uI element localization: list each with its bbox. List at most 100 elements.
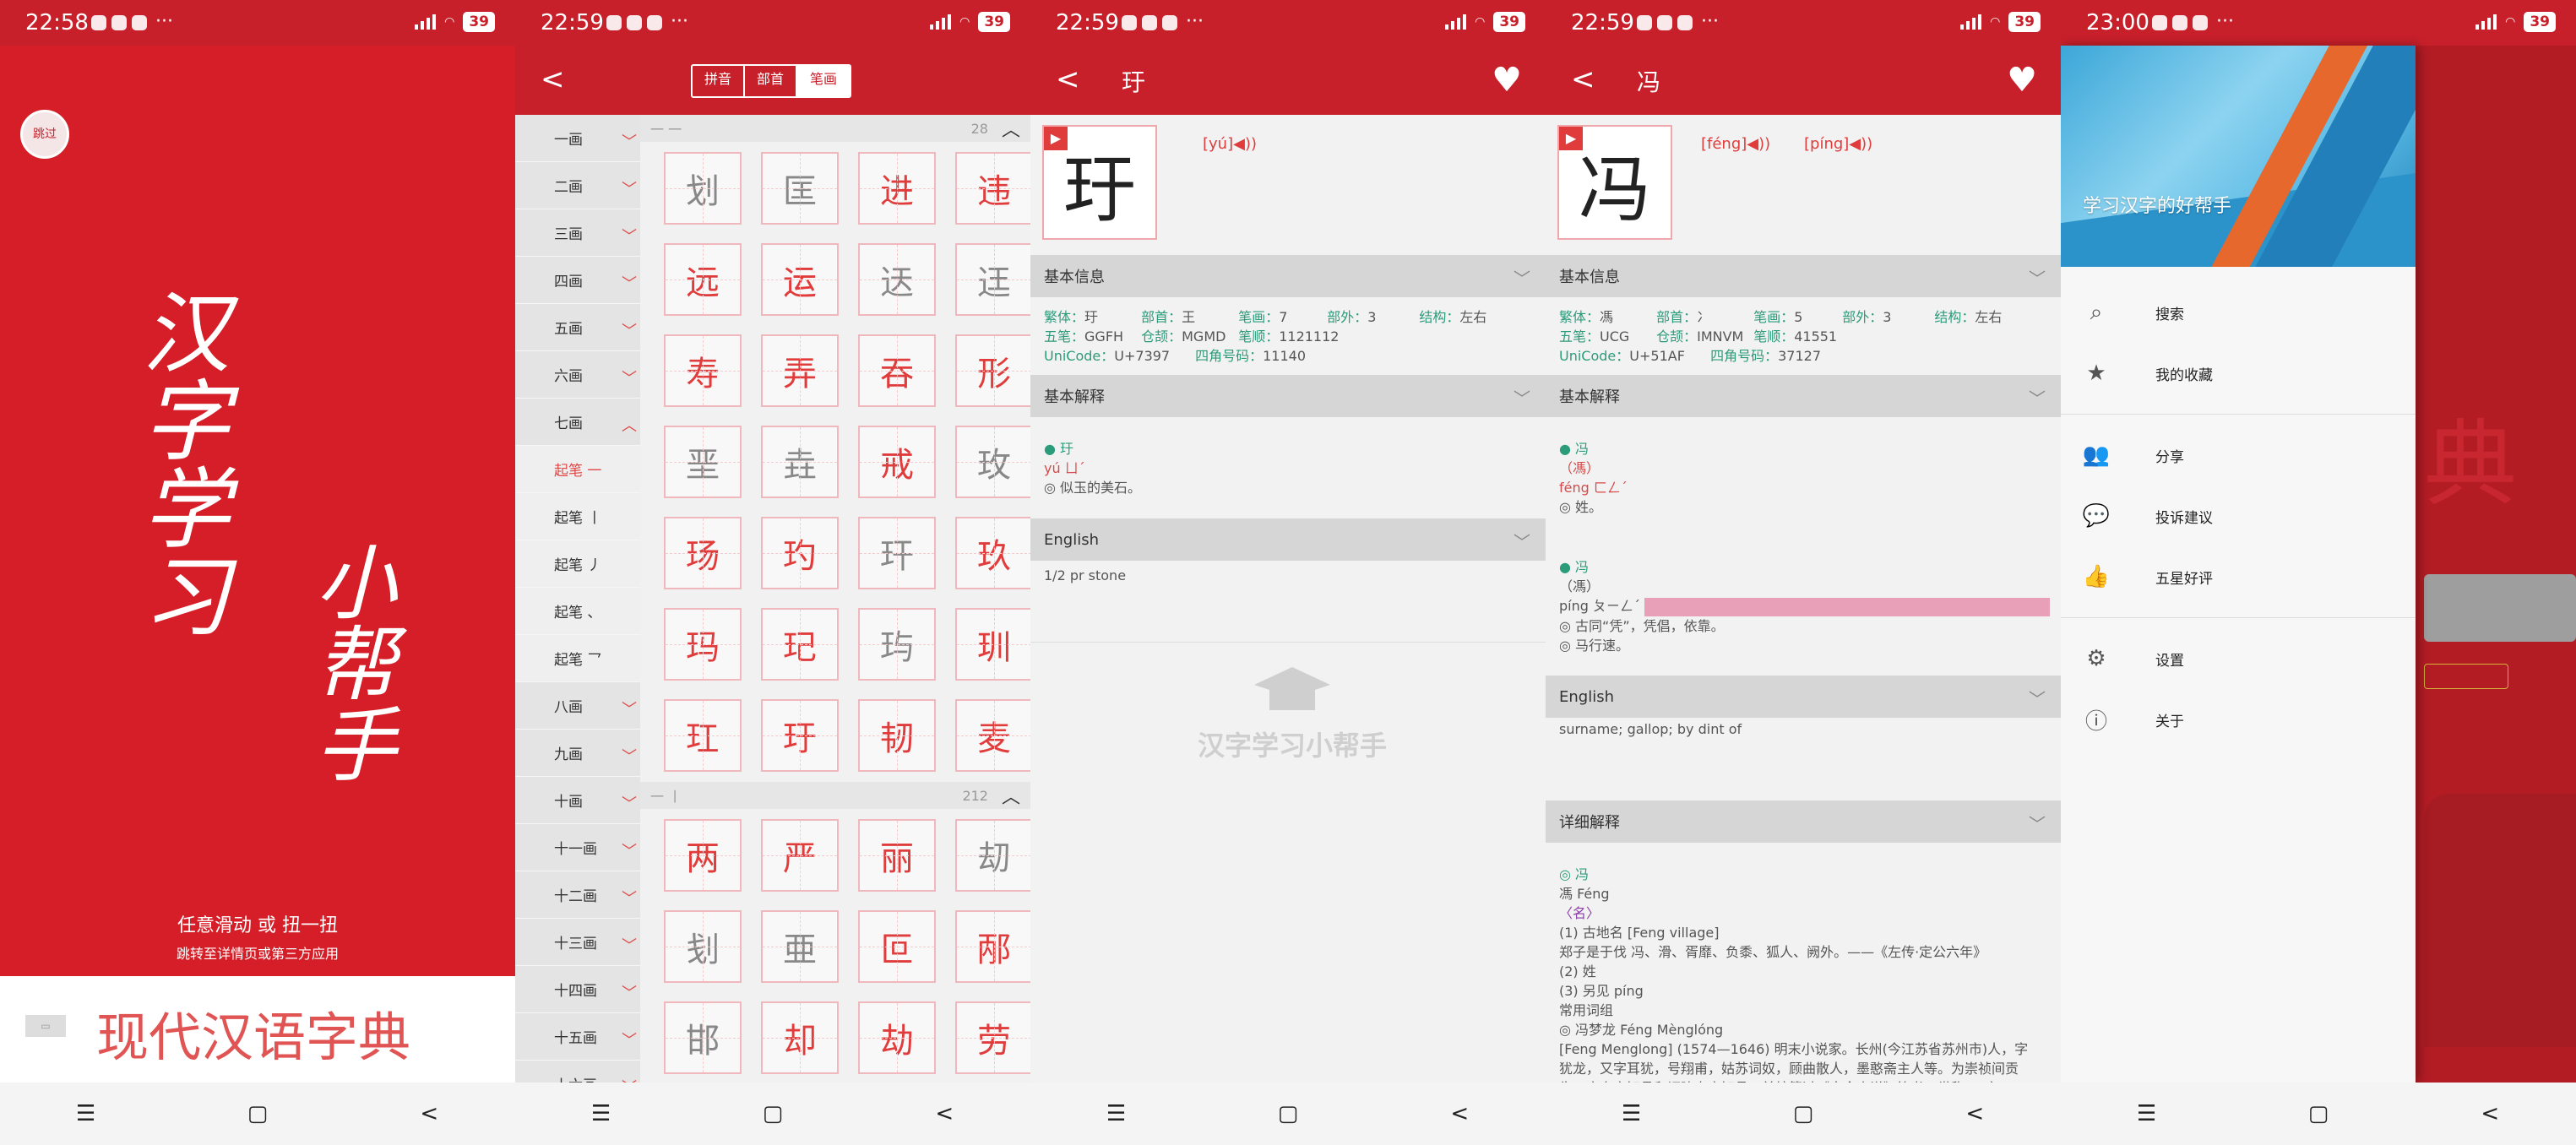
character-cell[interactable]: 形 <box>955 334 1030 407</box>
section-english[interactable]: English ﹀ <box>1546 676 2061 718</box>
character-cell[interactable]: 垩 <box>664 426 742 498</box>
pinyin-audio-button[interactable]: [píng]◀)) <box>1804 135 1872 153</box>
section-detail-explain[interactable]: 详细解释 ﹀ <box>1546 800 2061 843</box>
play-stroke-icon[interactable]: ▶ <box>1044 127 1068 150</box>
stroke-item[interactable]: 十一画 ﹀ <box>515 824 640 871</box>
character-cell[interactable]: 却 <box>761 1001 839 1074</box>
character-cell[interactable]: 远 <box>664 243 742 316</box>
stroke-item[interactable]: 起笔 丨 <box>515 493 640 540</box>
favorite-heart-icon[interactable]: ♥ <box>1492 61 1522 100</box>
home-nav-icon[interactable]: ▢ <box>203 1101 312 1126</box>
stroke-item[interactable]: 起笔 、 <box>515 588 640 635</box>
character-cell[interactable]: 吞 <box>858 334 936 407</box>
home-nav-icon[interactable]: ▢ <box>1748 1101 1858 1126</box>
menu-nav-icon[interactable]: ☰ <box>546 1101 656 1126</box>
character-cell[interactable]: 劫 <box>858 1001 936 1074</box>
character-cell[interactable]: 劳 <box>955 1001 1030 1074</box>
stroke-item[interactable]: 十三画 ﹀ <box>515 919 640 966</box>
home-nav-icon[interactable]: ▢ <box>2264 1101 2373 1126</box>
stroke-item[interactable]: 八画 ﹀ <box>515 682 640 730</box>
home-nav-icon[interactable]: ▢ <box>718 1101 828 1126</box>
drawer-item-settings[interactable]: ⚙ 设置 <box>2061 628 2416 689</box>
character-cell[interactable]: 玗 <box>761 699 839 772</box>
drawer-item-rate[interactable]: 👍 五星好评 <box>2061 546 2416 607</box>
tab-pinyin[interactable]: 拼音 <box>693 66 745 96</box>
stroke-item[interactable]: 起笔 丿 <box>515 540 640 588</box>
section-basic-info[interactable]: 基本信息 ﹀ <box>1030 255 1546 297</box>
back-arrow-icon[interactable]: < <box>1571 62 1595 96</box>
section-basic-explain[interactable]: 基本解释 ﹀ <box>1546 375 2061 417</box>
character-cell[interactable]: 玛 <box>664 608 742 681</box>
character-cell[interactable]: 玖 <box>955 517 1030 589</box>
character-cell[interactable]: 划 <box>664 152 742 225</box>
back-arrow-icon[interactable]: < <box>541 62 565 96</box>
group-header[interactable]: 一 丨 212 ︿ <box>640 782 1030 809</box>
character-cell[interactable]: 叵 <box>858 910 936 983</box>
character-cell[interactable]: 违 <box>955 152 1030 225</box>
stroke-item[interactable]: 一画 ﹀ <box>515 115 640 162</box>
character-cell[interactable]: 玓 <box>761 517 839 589</box>
section-basic-explain[interactable]: 基本解释 ﹀ <box>1030 375 1546 417</box>
favorite-heart-icon[interactable]: ♥ <box>2007 61 2037 100</box>
section-english[interactable]: English ﹀ <box>1030 518 1546 561</box>
character-cell[interactable]: 玙 <box>858 608 936 681</box>
section-basic-info[interactable]: 基本信息 ﹀ <box>1546 255 2061 297</box>
group-header[interactable]: 一 一 28 ︿ <box>640 115 1030 142</box>
drawer-item-about[interactable]: ⓘ 关于 <box>2061 689 2416 750</box>
pinyin-audio-button[interactable]: [féng]◀)) <box>1701 135 1770 153</box>
tab-radical[interactable]: 部首 <box>745 66 797 96</box>
character-cell[interactable]: 丽 <box>858 819 936 892</box>
tab-strokes[interactable]: 笔画 <box>797 66 850 96</box>
drawer-item-search[interactable]: ⌕ 搜索 <box>2061 282 2416 343</box>
character-cell[interactable]: 刧 <box>955 819 1030 892</box>
stroke-item[interactable]: 十五画 ﹀ <box>515 1013 640 1061</box>
menu-nav-icon[interactable]: ☰ <box>1062 1101 1171 1126</box>
menu-nav-icon[interactable]: ☰ <box>31 1101 141 1126</box>
character-cell[interactable]: 迋 <box>955 243 1030 316</box>
back-nav-icon[interactable]: < <box>889 1101 999 1126</box>
character-cell[interactable]: 韧 <box>858 699 936 772</box>
drawer-item-share[interactable]: 👥 分享 <box>2061 425 2416 486</box>
character-cell[interactable]: 玕 <box>858 517 936 589</box>
character-cell[interactable]: 玘 <box>761 608 839 681</box>
menu-nav-icon[interactable]: ☰ <box>1577 1101 1687 1126</box>
stroke-item[interactable]: 十六画 ﹀ <box>515 1061 640 1083</box>
stroke-item[interactable]: 四画 ﹀ <box>515 257 640 304</box>
character-cell[interactable]: 麦 <box>955 699 1030 772</box>
play-stroke-icon[interactable]: ▶ <box>1559 127 1583 150</box>
character-cell[interactable]: 寿 <box>664 334 742 407</box>
character-cell[interactable]: 匡 <box>761 152 839 225</box>
stroke-item[interactable]: 七画 ︿ <box>515 399 640 446</box>
stroke-item[interactable]: 起笔 一 <box>515 446 640 493</box>
character-cell[interactable]: 邯 <box>664 1001 742 1074</box>
character-cell[interactable]: 玔 <box>955 608 1030 681</box>
back-nav-icon[interactable]: < <box>1920 1101 2030 1126</box>
character-cell[interactable]: 玒 <box>664 699 742 772</box>
stroke-item[interactable]: 十四画 ﹀ <box>515 966 640 1013</box>
home-nav-icon[interactable]: ▢ <box>1233 1101 1343 1126</box>
stroke-item[interactable]: 十二画 ﹀ <box>515 871 640 919</box>
stroke-item[interactable]: 六画 ﹀ <box>515 351 640 399</box>
menu-nav-icon[interactable]: ☰ <box>2092 1101 2202 1126</box>
character-cell[interactable]: 刬 <box>664 910 742 983</box>
character-cell[interactable]: 严 <box>761 819 839 892</box>
character-cell[interactable]: 邴 <box>955 910 1030 983</box>
stroke-item[interactable]: 二画 ﹀ <box>515 162 640 209</box>
back-nav-icon[interactable]: < <box>2435 1101 2545 1126</box>
character-cell[interactable]: 运 <box>761 243 839 316</box>
stroke-item[interactable]: 九画 ﹀ <box>515 730 640 777</box>
skip-button[interactable]: 跳过 <box>20 110 69 159</box>
back-nav-icon[interactable]: < <box>374 1101 484 1126</box>
stroke-item[interactable]: 十画 ﹀ <box>515 777 640 824</box>
character-cell[interactable]: 弄 <box>761 334 839 407</box>
stroke-item[interactable]: 三画 ﹀ <box>515 209 640 257</box>
character-cell[interactable]: 玚 <box>664 517 742 589</box>
drawer-item-favorites[interactable]: ★ 我的收藏 <box>2061 343 2416 404</box>
character-cell[interactable]: 两 <box>664 819 742 892</box>
character-cell[interactable]: 玫 <box>955 426 1030 498</box>
stroke-item[interactable]: 起笔 乛 <box>515 635 640 682</box>
stroke-item[interactable]: 五画 ﹀ <box>515 304 640 351</box>
character-cell[interactable]: 垚 <box>761 426 839 498</box>
character-cell[interactable]: 亜 <box>761 910 839 983</box>
character-cell[interactable]: 迗 <box>858 243 936 316</box>
